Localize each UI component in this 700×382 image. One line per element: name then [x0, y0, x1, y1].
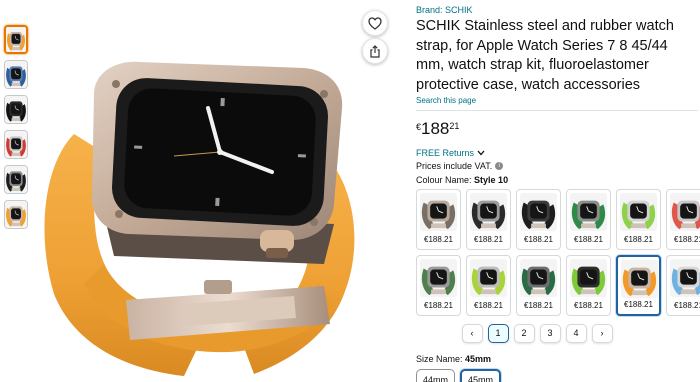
colour-swatch-grid: €188.21 €188.21 €188.21 €188.21 €188.21 €188.… [416, 189, 700, 316]
swatch-price: €188.21 [574, 235, 603, 244]
price-fraction: 21 [449, 121, 460, 131]
colour-swatch[interactable]: €188.21 [416, 189, 461, 250]
swatch-image [620, 193, 657, 231]
wishlist-button[interactable] [362, 10, 388, 36]
page-4-button[interactable]: 4 [565, 324, 587, 343]
colour-name-label: Colour Name: Style 10 [416, 175, 698, 185]
price-whole: 188 [421, 119, 450, 138]
colour-swatch[interactable]: €188.21 [516, 189, 561, 250]
colour-swatch[interactable]: €188.21 [666, 189, 700, 250]
swatch-image [420, 259, 457, 297]
swatch-image [670, 259, 700, 297]
colour-swatch[interactable]: €188.21 [466, 189, 511, 250]
thumb-blue-bands[interactable] [4, 60, 28, 89]
divider [416, 110, 698, 111]
thumb-black-watch-face-image [5, 96, 27, 123]
product-title: SCHIK Stainless steel and rubber watch s… [416, 18, 674, 93]
thumbnail-strip [4, 25, 30, 235]
colour-swatch[interactable]: €188.21 [616, 189, 661, 250]
price: € 188 21 [416, 119, 698, 139]
next-page-button[interactable]: › [591, 324, 613, 343]
swatch-image [621, 260, 658, 298]
swatch-price: €188.21 [474, 301, 503, 310]
swatch-image [470, 259, 507, 297]
thumb-black-watch-face[interactable] [4, 95, 28, 124]
page-1-button[interactable]: 1 [487, 324, 509, 343]
size-options: 44mm 45mm [416, 369, 698, 382]
thumb-watch-on-wrist[interactable] [4, 200, 28, 229]
thumb-orange-rose-case[interactable] [4, 25, 28, 54]
swatch-image [570, 259, 607, 297]
page-2-button[interactable]: 2 [513, 324, 535, 343]
swatch-price: €188.21 [674, 301, 700, 310]
size-option-44mm[interactable]: 44mm [416, 369, 456, 382]
colour-swatch[interactable]: €188.21 [666, 255, 700, 316]
colour-swatch[interactable]: €188.21 [566, 255, 611, 316]
thumb-red-band[interactable] [4, 130, 28, 159]
swatch-image [470, 193, 507, 231]
swatch-price: €188.21 [424, 301, 453, 310]
heart-icon [368, 16, 382, 30]
colour-swatch[interactable]: €188.21 [466, 255, 511, 316]
swatch-image [520, 193, 557, 231]
swatch-price: €188.21 [524, 235, 553, 244]
thumb-red-band-image [5, 131, 27, 158]
thumb-orange-rose-case-image [6, 27, 26, 52]
product-info-panel: Brand: SCHIK SCHIK Stainless steel and r… [416, 4, 700, 382]
colour-swatch[interactable]: €188.21 [416, 255, 461, 316]
swatch-image [670, 193, 700, 231]
swatch-image [520, 259, 557, 297]
colour-selected-value: Style 10 [474, 175, 509, 185]
size-label-text: Size Name: [416, 354, 463, 364]
colour-swatch[interactable]: €188.21 [566, 189, 611, 250]
swatch-price: €188.21 [574, 301, 603, 310]
thumb-watch-on-wrist-image [5, 201, 27, 228]
colour-swatch[interactable]: €188.21 [516, 255, 561, 316]
colour-label-text: Colour Name: [416, 175, 472, 185]
search-this-page-link[interactable]: Search this page [416, 96, 698, 106]
swatch-price: €188.21 [474, 235, 503, 244]
vat-notice: Prices include VAT. i [416, 161, 698, 171]
swatch-image [420, 193, 457, 231]
chevron-down-icon [477, 150, 485, 156]
brand-link[interactable]: Brand: SCHIK [416, 4, 698, 16]
info-icon[interactable]: i [495, 162, 504, 170]
share-icon [370, 44, 380, 58]
vat-label: Prices include VAT. [416, 161, 493, 171]
watch-product-photo [44, 61, 355, 376]
free-returns-link[interactable]: FREE Returns [416, 148, 698, 158]
thumb-black-silver-case-image [5, 166, 27, 193]
colour-swatch[interactable]: €188.21 [616, 255, 661, 316]
share-button[interactable] [362, 38, 388, 64]
swatch-price: €188.21 [524, 301, 553, 310]
swatch-price: €188.21 [674, 235, 700, 244]
prev-page-button[interactable]: ‹ [461, 324, 483, 343]
free-returns-label: FREE Returns [416, 148, 475, 158]
swatch-price: €188.21 [624, 300, 653, 309]
size-name-label: Size Name: 45mm [416, 354, 698, 364]
swatch-price: €188.21 [624, 235, 653, 244]
size-selected-value: 45mm [465, 354, 492, 364]
swatch-price: €188.21 [424, 235, 453, 244]
thumb-black-silver-case[interactable] [4, 165, 28, 194]
thumb-blue-bands-image [5, 61, 27, 88]
swatch-image [570, 193, 607, 231]
size-option-45mm[interactable]: 45mm [460, 369, 502, 382]
page-3-button[interactable]: 3 [539, 324, 561, 343]
swatch-pagination: ‹ 1 2 3 4 › [416, 324, 698, 343]
main-product-image[interactable] [34, 4, 390, 382]
